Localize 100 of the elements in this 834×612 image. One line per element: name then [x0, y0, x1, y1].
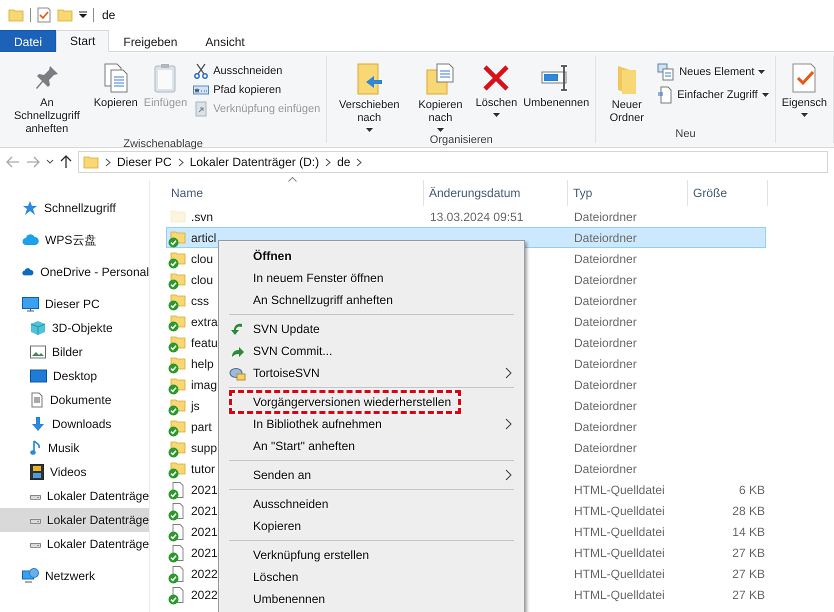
chevron-right-icon	[105, 158, 111, 166]
ribbon-button[interactable]: An Schnellzugriff anheften	[4, 60, 90, 138]
menu-item[interactable]: Ausschneiden	[221, 493, 522, 515]
network-icon	[22, 568, 39, 584]
shortcut-icon	[193, 101, 210, 117]
sort-up-icon	[288, 177, 297, 182]
column-header[interactable]: Größe	[688, 180, 768, 206]
chevron-right-icon	[356, 158, 362, 166]
up-arrow-icon[interactable]	[60, 155, 72, 169]
update-arrow-icon	[229, 321, 245, 337]
ribbon-button[interactable]: Löschen	[474, 60, 520, 134]
file-name[interactable]: 2021	[191, 524, 218, 538]
file-name[interactable]: featu	[191, 336, 218, 350]
sidebar-item[interactable]: Bilder	[0, 340, 149, 364]
file-name[interactable]: clou	[191, 252, 214, 266]
menu-item[interactable]: Umbenennen	[221, 588, 522, 610]
size-cell: 27 KB	[732, 566, 765, 580]
sidebar-item[interactable]: 3D-Objekte	[0, 316, 149, 340]
file-name[interactable]: imag	[191, 378, 218, 392]
menu-item[interactable]: TortoiseSVN	[221, 362, 522, 384]
sidebar-item[interactable]: Lokaler Datenträge	[0, 532, 149, 556]
ribbon-button[interactable]: Neues Element	[655, 62, 771, 82]
monitor-icon	[22, 296, 39, 312]
sidebar-item[interactable]: Videos	[0, 460, 149, 484]
ribbon-button[interactable]: Ausschneiden	[191, 62, 322, 80]
chevron-down-icon[interactable]	[46, 159, 54, 165]
sidebar-item[interactable]: Schnellzugriff	[0, 196, 149, 220]
type-cell: Dateiordner	[574, 440, 637, 454]
column-header[interactable]: Typ	[568, 180, 688, 206]
column-header[interactable]: Änderungsdatum	[424, 180, 568, 206]
menu-item[interactable]: In neuem Fenster öffnen	[221, 267, 522, 289]
ribbon-button[interactable]: Eigensch	[780, 60, 829, 140]
file-name[interactable]: 2022	[191, 566, 218, 580]
type-cell: Dateiordner	[574, 294, 637, 308]
ribbon-button[interactable]: Verschieben nach	[331, 60, 408, 134]
ribbon-tab[interactable]: Freigeben	[109, 30, 192, 52]
file-name[interactable]: js	[191, 398, 200, 412]
sidebar-item[interactable]: Netzwerk	[0, 564, 149, 588]
group-label: Zwischenablage	[122, 138, 204, 150]
image-icon	[30, 345, 46, 359]
address-bar[interactable]: Dieser PC Lokaler Datenträger (D:) de	[78, 151, 828, 173]
sidebar-item[interactable]: Musik	[0, 436, 149, 460]
menu-item[interactable]: Vorgängerversionen wiederherstellen	[221, 391, 522, 413]
file-name[interactable]: 2021	[191, 504, 218, 518]
sidebar-item[interactable]: Desktop	[0, 364, 149, 388]
menu-item[interactable]: Senden an	[221, 464, 522, 486]
sidebar-item[interactable]: OneDrive - Personal	[0, 260, 149, 284]
file-name[interactable]: .svn	[191, 210, 214, 224]
breadcrumb-item[interactable]: Lokaler Datenträger (D:)	[190, 155, 320, 169]
file-name[interactable]: 2021	[191, 482, 218, 496]
ribbon-button[interactable]: Pfad kopieren	[191, 83, 322, 97]
ribbon-tab[interactable]: Ansicht	[191, 30, 259, 52]
file-name[interactable]: articl	[191, 230, 216, 244]
file-name[interactable]: 2022	[191, 588, 218, 602]
type-cell: HTML-Quelldatei	[574, 524, 665, 538]
sidebar-item[interactable]: Lokaler Datenträge	[0, 484, 149, 508]
menu-item[interactable]: Löschen	[221, 566, 522, 588]
properties-icon[interactable]	[37, 7, 51, 23]
breadcrumb-item[interactable]: Dieser PC	[117, 155, 172, 169]
sidebar-item[interactable]: Downloads	[0, 412, 149, 436]
group-label: Organisieren	[428, 134, 494, 146]
file-name[interactable]: help	[191, 356, 214, 370]
file-name[interactable]: part	[191, 420, 212, 434]
type-cell: Dateiordner	[574, 356, 637, 370]
dropdown-icon[interactable]	[79, 11, 87, 19]
file-name[interactable]: 2021	[191, 546, 218, 560]
menu-item[interactable]: SVN Commit...	[221, 340, 522, 362]
star-icon	[22, 200, 38, 216]
file-name[interactable]: clou	[191, 272, 214, 286]
column-header[interactable]: Name	[166, 180, 424, 206]
sidebar-item[interactable]: Lokaler Datenträge	[0, 508, 149, 532]
date-cell: 13.03.2024 09:51	[430, 210, 524, 224]
menu-item[interactable]: SVN Update	[221, 318, 522, 340]
file-name[interactable]: extra	[191, 314, 218, 328]
ribbon-button[interactable]: Umbenennen	[521, 60, 592, 134]
menu-item[interactable]: Verknüpfung erstellen	[221, 544, 522, 566]
file-name[interactable]: css	[191, 294, 209, 308]
type-cell: Dateiordner	[574, 314, 637, 328]
menu-item[interactable]: In Bibliothek aufnehmen	[221, 413, 522, 435]
file-name[interactable]: supp	[191, 440, 218, 454]
menu-item[interactable]: An Schnellzugriff anheften	[221, 289, 522, 311]
path-icon	[193, 84, 210, 96]
cube-icon	[30, 320, 46, 336]
sidebar-item[interactable]: Dieser PC	[0, 292, 149, 316]
sidebar-item[interactable]: WPS云盘	[0, 228, 149, 252]
ribbon-tab[interactable]: Datei	[0, 30, 56, 52]
type-cell: Dateiordner	[574, 272, 637, 286]
sidebar-item[interactable]: Dokumente	[0, 388, 149, 412]
music-note-icon	[30, 440, 42, 456]
menu-item[interactable]: Kopieren	[221, 515, 522, 537]
ribbon-button[interactable]: Kopieren nach	[409, 60, 472, 134]
ribbon-button[interactable]: Kopieren	[92, 60, 140, 138]
breadcrumb-item[interactable]: de	[337, 155, 350, 169]
cloud-icon	[22, 266, 34, 278]
menu-item[interactable]: Öffnen	[221, 245, 522, 267]
ribbon-tab[interactable]: Start	[56, 30, 110, 52]
ribbon-button[interactable]: Einfacher Zugriff	[655, 85, 771, 105]
menu-item[interactable]: An "Start" anheften	[221, 435, 522, 457]
file-name[interactable]: tutor	[191, 462, 216, 476]
ribbon-button[interactable]: Neuer Ordner	[600, 60, 654, 128]
